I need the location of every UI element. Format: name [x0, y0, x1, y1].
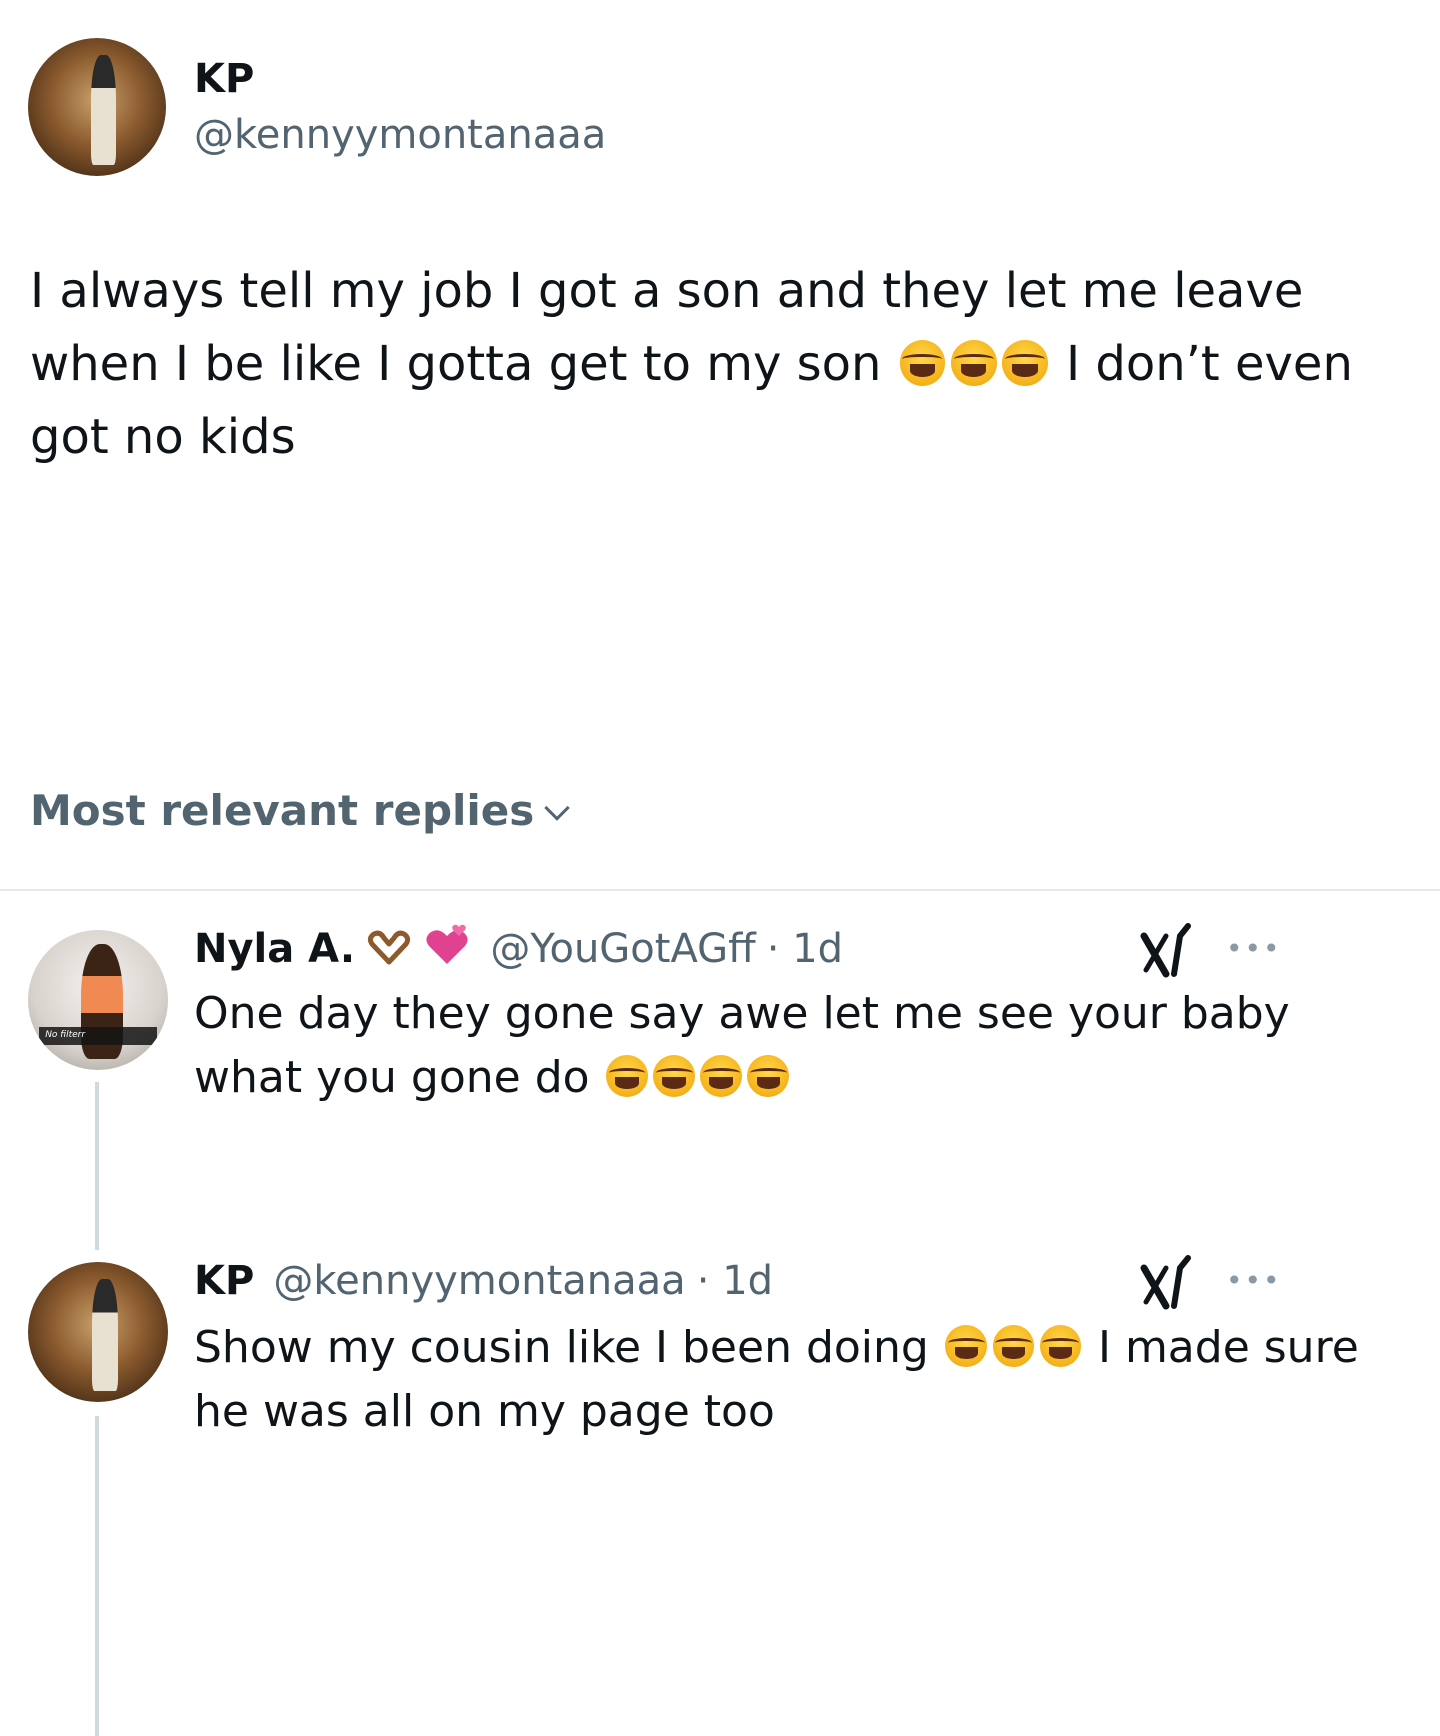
laughing-emoji-icon	[945, 1325, 988, 1368]
reply-author-name[interactable]: Nyla A.	[194, 926, 355, 972]
laughing-emoji-icon	[950, 340, 997, 386]
laughing-emoji-icon	[1002, 340, 1048, 386]
replies-sort-label: Most relevant replies	[30, 786, 535, 835]
laughing-emoji-icon	[606, 1055, 648, 1098]
replies-sort-dropdown[interactable]: Most relevant replies	[30, 786, 571, 835]
avatar-figure	[91, 54, 117, 165]
reply-text-part1: Show my cousin like I been doing	[194, 1322, 929, 1373]
more-options-icon[interactable]: •••	[1226, 932, 1282, 965]
heart-hands-icon	[368, 930, 411, 965]
reply-author-handle[interactable]: @YouGotAGff	[490, 926, 755, 972]
avatar-caption: No filterr	[39, 1026, 157, 1045]
chevron-down-icon	[544, 795, 571, 821]
laughing-emoji-icon	[747, 1055, 790, 1098]
laughing-emoji-icon	[700, 1055, 743, 1098]
reply-text: Show my cousin like I been doing I made …	[194, 1316, 1374, 1444]
author-avatar[interactable]	[28, 38, 166, 176]
grok-x-icon[interactable]	[1140, 1254, 1200, 1310]
reply-time[interactable]: · 1d	[767, 926, 843, 972]
laughing-emoji-icon	[1039, 1325, 1082, 1368]
reply-header: Nyla A. @YouGotAGff · 1d	[194, 924, 843, 980]
author-handle[interactable]: @kennyymontanaaa	[194, 112, 606, 158]
grok-x-icon[interactable]	[1140, 922, 1200, 978]
author-display-name[interactable]: KP	[194, 56, 254, 102]
more-options-icon[interactable]: •••	[1226, 1264, 1282, 1297]
reply-text: One day they gone say awe let me see you…	[194, 982, 1374, 1110]
reply-avatar[interactable]	[28, 1262, 168, 1402]
tweet-text: I always tell my job I got a son and the…	[30, 255, 1420, 474]
laughing-emoji-icon	[992, 1325, 1035, 1368]
reply-text-content: One day they gone say awe let me see you…	[194, 988, 1290, 1103]
thread-connector-line	[95, 1082, 99, 1250]
thread-connector-line	[95, 1416, 99, 1736]
reply-time[interactable]: · 1d	[697, 1258, 773, 1304]
reply-author-handle[interactable]: @kennyymontanaaa	[273, 1258, 685, 1304]
avatar-figure	[92, 1278, 118, 1391]
divider	[0, 889, 1440, 891]
laughing-emoji-icon	[653, 1055, 696, 1098]
reply-avatar[interactable]: No filterr	[28, 930, 168, 1070]
reply-author-name[interactable]: KP	[194, 1258, 254, 1304]
revolving-hearts-icon	[426, 924, 468, 964]
reply-header: KP @kennyymontanaaa · 1d	[194, 1258, 773, 1314]
laughing-emoji-icon	[899, 340, 946, 386]
